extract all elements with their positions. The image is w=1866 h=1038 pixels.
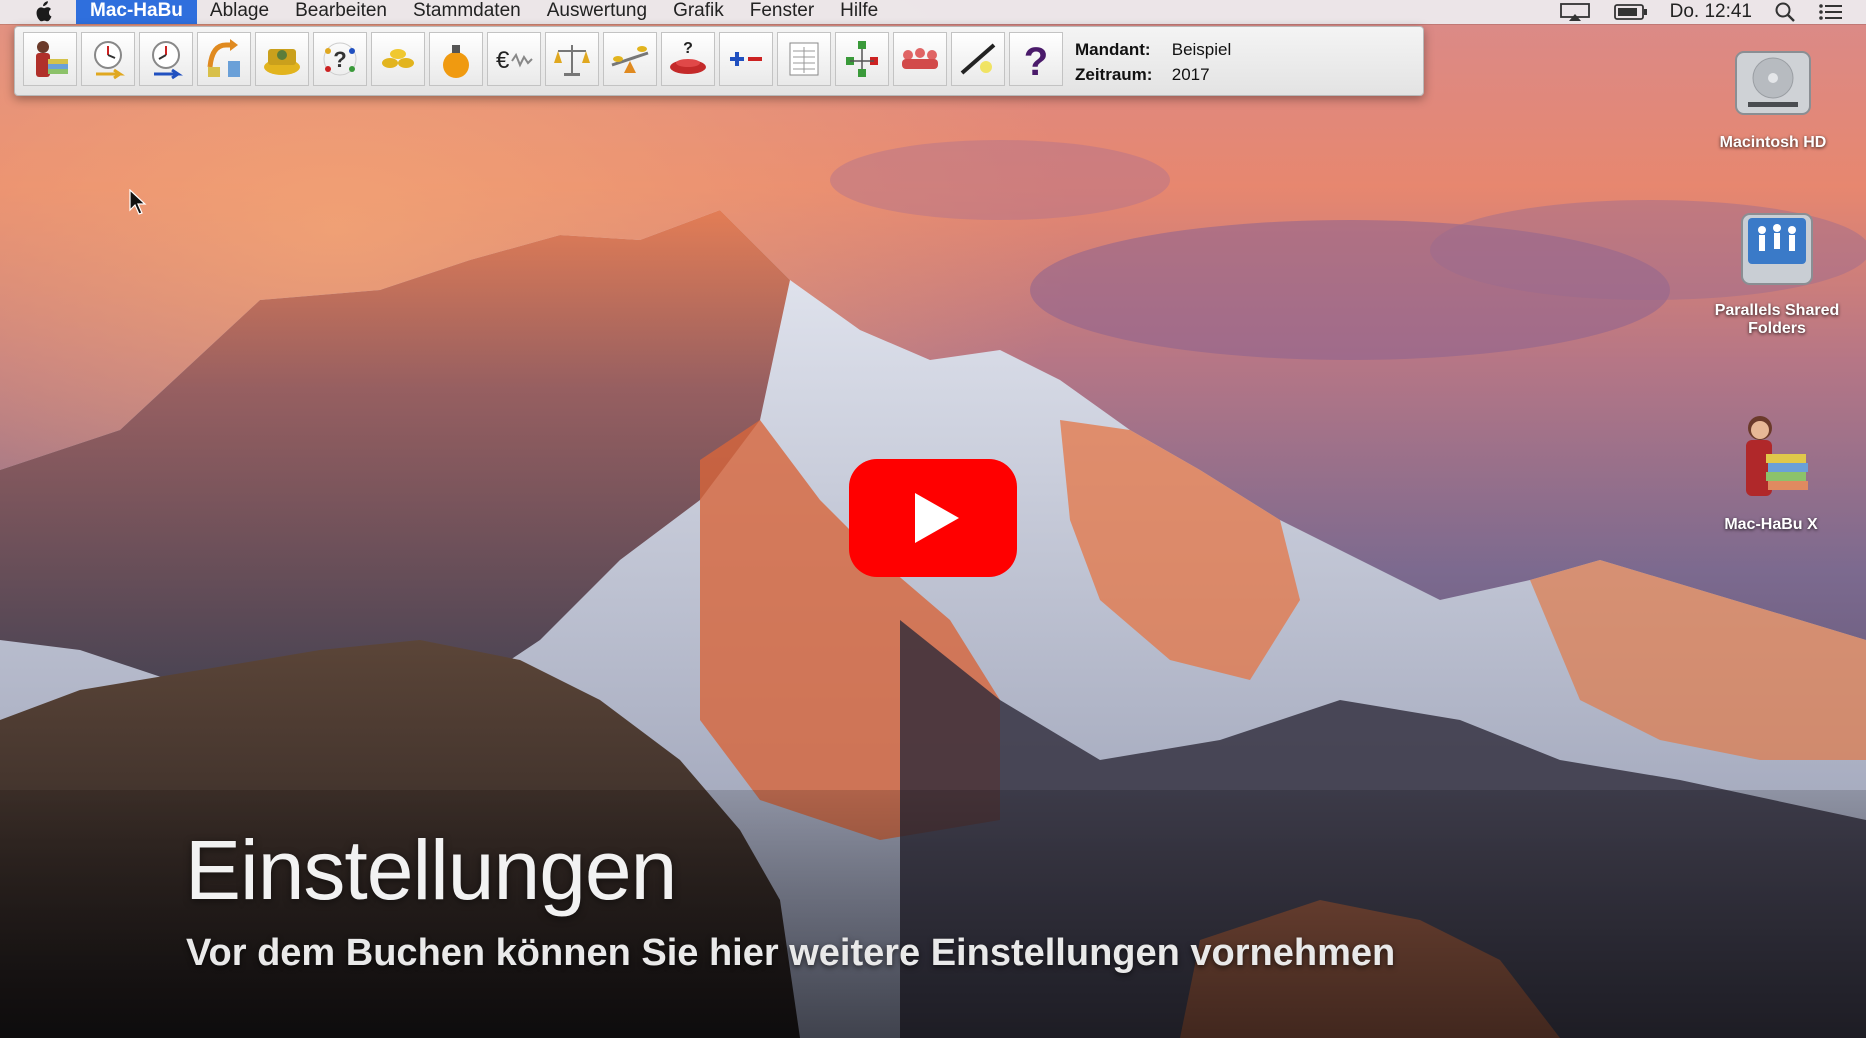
exchange-icon: [207, 39, 240, 77]
tool-button-money-bag[interactable]: [429, 32, 483, 86]
person-books-icon: [36, 41, 68, 77]
svg-text:€: €: [496, 47, 510, 74]
svg-text:?: ?: [1024, 40, 1048, 81]
tool-button-question-dots[interactable]: ?: [313, 32, 367, 86]
scale-icon: [554, 45, 590, 76]
tool-button-cash-register[interactable]: [255, 32, 309, 86]
money-bag-icon: [443, 45, 469, 78]
youtube-play-button[interactable]: [849, 459, 1017, 577]
shared-drive-icon: [1741, 213, 1813, 285]
tool-button-tree-chart[interactable]: [835, 32, 889, 86]
video-title: Einstellungen: [185, 823, 677, 917]
battery-icon[interactable]: [1613, 3, 1648, 21]
euro-chart-icon: €: [496, 47, 533, 74]
mandant-value: Beispiel: [1171, 40, 1232, 59]
menu-grafik[interactable]: Grafik: [660, 0, 737, 24]
menu-clock[interactable]: Do. 12:41: [1670, 1, 1752, 23]
desktop-icon-mac-habu-x[interactable]: Mac-HaBu X: [1691, 410, 1851, 534]
zeitraum-value: 2017: [1171, 65, 1210, 84]
mandant-row: Mandant: Beispiel: [1075, 37, 1231, 62]
menu-bar: Mac-HaBu Ablage Bearbeiten Stammdaten Au…: [0, 0, 1866, 24]
desktop-icon-label: Parallels Shared Folders: [1714, 302, 1840, 337]
client-info: Mandant: Beispiel Zeitraum: 2017: [1075, 37, 1231, 87]
notification-center-icon[interactable]: [1818, 2, 1844, 22]
tool-button-pen[interactable]: [951, 32, 1005, 86]
mandant-label: Mandant:: [1075, 40, 1151, 59]
menu-auswertung[interactable]: Auswertung: [534, 0, 660, 24]
tool-button-ledger-sheet[interactable]: [777, 32, 831, 86]
tool-button-seesaw[interactable]: [603, 32, 657, 86]
zeitraum-label: Zeitraum:: [1075, 65, 1153, 84]
desktop-icon-parallels-shared-folders[interactable]: Parallels Shared Folders: [1697, 206, 1857, 338]
tool-row: ? € ? ?: [23, 32, 1067, 86]
zeitraum-row: Zeitraum: 2017: [1075, 62, 1231, 87]
tool-button-exchange[interactable]: [197, 32, 251, 86]
mouse-cursor-icon: [129, 189, 147, 215]
tool-button-question-pot[interactable]: ?: [661, 32, 715, 86]
coins-icon: [382, 49, 414, 68]
svg-text:?: ?: [333, 47, 346, 72]
menu-bearbeiten[interactable]: Bearbeiten: [282, 0, 400, 24]
tool-button-plus-minus[interactable]: [719, 32, 773, 86]
tool-button-clock-out[interactable]: [139, 32, 193, 86]
tool-button-scale[interactable]: [545, 32, 599, 86]
hard-drive-icon: [1735, 51, 1811, 115]
menu-extras: Do. 12:41: [1558, 0, 1866, 24]
people-group-icon: [902, 48, 938, 69]
tool-button-person-books[interactable]: [23, 32, 77, 86]
menu-app-mac-habu[interactable]: Mac-HaBu: [76, 0, 197, 24]
seesaw-icon: [611, 46, 649, 73]
svg-text:?: ?: [683, 40, 693, 57]
plus-minus-icon: [730, 52, 762, 66]
desktop-icon-label: Macintosh HD: [1719, 134, 1827, 151]
menu-fenster[interactable]: Fenster: [737, 0, 827, 24]
desktop-icon-label: Mac-HaBu X: [1724, 516, 1818, 533]
menu-stammdaten[interactable]: Stammdaten: [400, 0, 534, 24]
ledger-sheet-icon: [789, 42, 819, 76]
menu-hilfe[interactable]: Hilfe: [827, 0, 891, 24]
question-dots-icon: ?: [323, 42, 357, 76]
mac-habu-app-icon: [1746, 416, 1808, 496]
tool-button-help[interactable]: ?: [1009, 32, 1063, 86]
question-pot-icon: ?: [670, 40, 706, 74]
help-icon: ?: [1024, 40, 1048, 81]
airplay-icon[interactable]: [1558, 2, 1592, 22]
tool-button-clock-in[interactable]: [81, 32, 135, 86]
spotlight-search-icon[interactable]: [1774, 1, 1796, 23]
apple-logo-icon[interactable]: [28, 1, 58, 23]
toolbar-palette: ? € ? ? Mandant: Beispiel Zeitraum: 2017: [14, 26, 1424, 96]
pen-icon: [960, 43, 996, 75]
cash-register-icon: [264, 49, 300, 75]
clock-in-icon: [94, 41, 125, 80]
clock-out-icon: [152, 41, 183, 80]
desktop-icon-macintosh-hd[interactable]: Macintosh HD: [1693, 38, 1853, 152]
tool-button-euro-chart[interactable]: €: [487, 32, 541, 86]
tree-chart-icon: [846, 41, 878, 77]
video-subtitle: Vor dem Buchen können Sie hier weitere E…: [186, 932, 1396, 974]
menu-ablage[interactable]: Ablage: [197, 0, 282, 24]
tool-button-people-group[interactable]: [893, 32, 947, 86]
tool-button-coins[interactable]: [371, 32, 425, 86]
